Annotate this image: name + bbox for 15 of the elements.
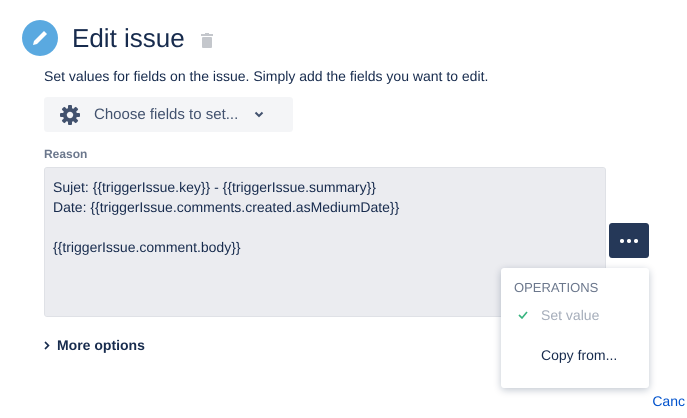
gear-icon: [60, 104, 80, 124]
pencil-icon: [22, 20, 58, 56]
more-button[interactable]: [609, 223, 649, 258]
description-text: Set values for fields on the issue. Simply add the fields you want to edit.: [44, 68, 490, 84]
choose-fields-button[interactable]: Choose fields to set...: [44, 97, 293, 132]
check-icon: [518, 311, 528, 319]
menu-item[interactable]: Copy from...: [501, 335, 649, 375]
more-icon: [620, 238, 638, 242]
page-title: Edit issue: [72, 22, 185, 54]
more-options-toggle[interactable]: More options: [44, 337, 145, 353]
chevron-down-icon: [254, 111, 264, 118]
menu-heading: OPERATIONS: [513, 280, 600, 295]
field-label: Reason: [44, 147, 88, 161]
chevron-right-icon: [44, 340, 50, 350]
cancel-link[interactable]: Canc: [652, 393, 685, 409]
